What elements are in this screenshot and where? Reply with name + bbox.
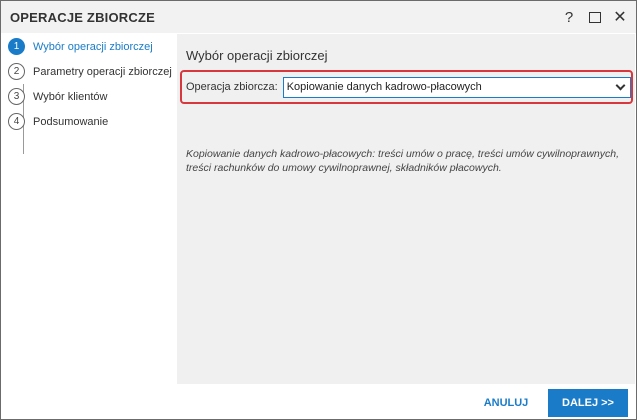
title-bar: OPERACJE ZBIORCZE ? ✕ bbox=[1, 1, 636, 33]
step-number-badge: 1 bbox=[8, 38, 25, 55]
step-number-badge: 3 bbox=[8, 88, 25, 105]
operation-select-value: Kopiowanie danych kadrowo-płacowych bbox=[286, 81, 482, 93]
operation-description: Kopiowanie danych kadrowo-płacowych: tre… bbox=[186, 148, 620, 174]
operacje-zbiorcze-dialog: OPERACJE ZBIORCZE ? ✕ 1 Wybór operacji z… bbox=[0, 0, 637, 420]
wizard-steps: 1 Wybór operacji zbiorczej 2 Parametry o… bbox=[8, 34, 173, 154]
section-title: Wybór operacji zbiorczej bbox=[186, 48, 328, 63]
step-2-parametry[interactable]: 2 Parametry operacji zbiorczej bbox=[8, 59, 173, 84]
dialog-footer: ANULUJ DALEJ >> bbox=[1, 384, 636, 419]
maximize-icon[interactable] bbox=[583, 5, 607, 29]
step-3-wybor-klientow[interactable]: 3 Wybór klientów bbox=[8, 84, 173, 109]
step-number-badge: 4 bbox=[8, 113, 25, 130]
step-label: Parametry operacji zbiorczej bbox=[33, 65, 172, 78]
help-icon[interactable]: ? bbox=[557, 5, 581, 29]
step-number-badge: 2 bbox=[8, 63, 25, 80]
step-4-podsumowanie[interactable]: 4 Podsumowanie bbox=[8, 109, 173, 134]
operation-label: Operacja zbiorcza: bbox=[186, 81, 278, 93]
main-panel: Wybór operacji zbiorczej Operacja zbiorc… bbox=[177, 34, 635, 384]
step-label: Podsumowanie bbox=[33, 115, 109, 128]
close-icon[interactable]: ✕ bbox=[608, 5, 632, 29]
operation-select[interactable]: Kopiowanie danych kadrowo-płacowych bbox=[282, 76, 631, 98]
next-button[interactable]: DALEJ >> bbox=[548, 389, 628, 417]
chevron-down-icon[interactable] bbox=[615, 80, 626, 90]
step-label: Wybór operacji zbiorczej bbox=[33, 40, 153, 53]
operation-row-highlight: Operacja zbiorcza: Kopiowanie danych kad… bbox=[180, 70, 633, 104]
dialog-title: OPERACJE ZBIORCZE bbox=[10, 10, 155, 25]
step-label: Wybór klientów bbox=[33, 90, 108, 103]
cancel-button[interactable]: ANULUJ bbox=[477, 392, 535, 414]
step-1-wybor-operacji[interactable]: 1 Wybór operacji zbiorczej bbox=[8, 34, 173, 59]
